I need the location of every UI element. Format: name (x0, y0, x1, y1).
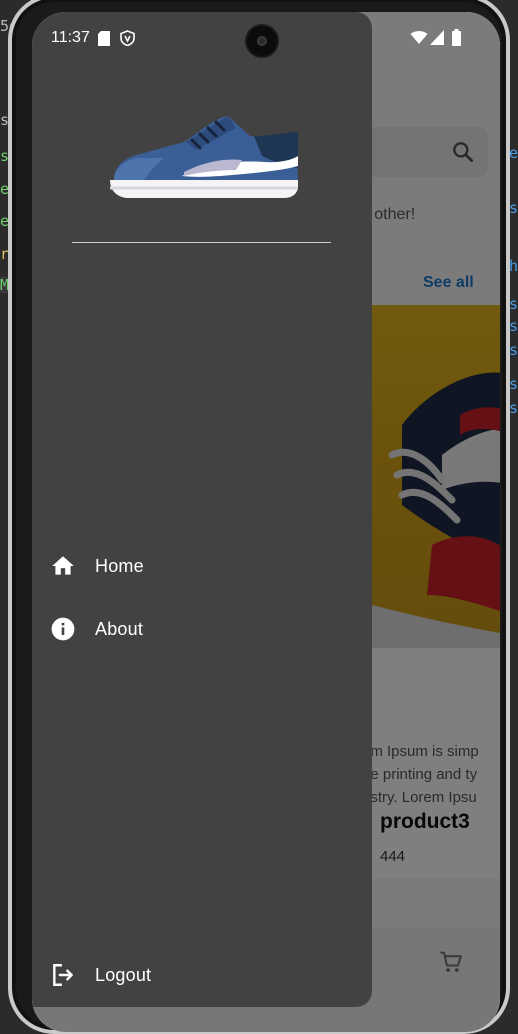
status-bar: 11:37 (32, 12, 500, 64)
drawer-item-home[interactable]: Home (32, 538, 372, 594)
status-time: 11:37 (51, 29, 90, 46)
ide-right-fragment: s (508, 317, 518, 335)
sneaker-logo-icon (110, 116, 298, 198)
battery-icon (452, 29, 461, 46)
phone-screen: en other! See all em Ipsum is simp he pr… (32, 12, 500, 1032)
ide-right-fragment: h (508, 257, 518, 275)
wifi-icon (410, 31, 428, 44)
navigation-drawer: Home About Logout (32, 12, 372, 1007)
ide-right-fragment: s (508, 341, 518, 359)
drawer-item-label: About (95, 618, 144, 639)
sd-card-icon (98, 31, 110, 46)
logout-icon (53, 964, 73, 986)
vpn-shield-icon (120, 30, 135, 46)
info-icon (51, 617, 75, 641)
drawer-item-about[interactable]: About (32, 601, 372, 657)
drawer-item-label: Logout (95, 964, 152, 985)
signal-icon (430, 30, 444, 45)
drawer-item-label: Home (95, 555, 144, 576)
front-camera-icon (247, 26, 277, 56)
ide-right-fragment: s (508, 199, 518, 217)
drawer-item-logout[interactable]: Logout (32, 947, 372, 1003)
ide-right-fragment: s (508, 399, 518, 417)
home-icon (52, 556, 74, 575)
ide-right-fragment: s (508, 375, 518, 393)
drawer-divider (72, 242, 331, 243)
ide-right-fragment: s (508, 295, 518, 313)
phone-frame: en other! See all em Ipsum is simp he pr… (8, 0, 510, 1034)
